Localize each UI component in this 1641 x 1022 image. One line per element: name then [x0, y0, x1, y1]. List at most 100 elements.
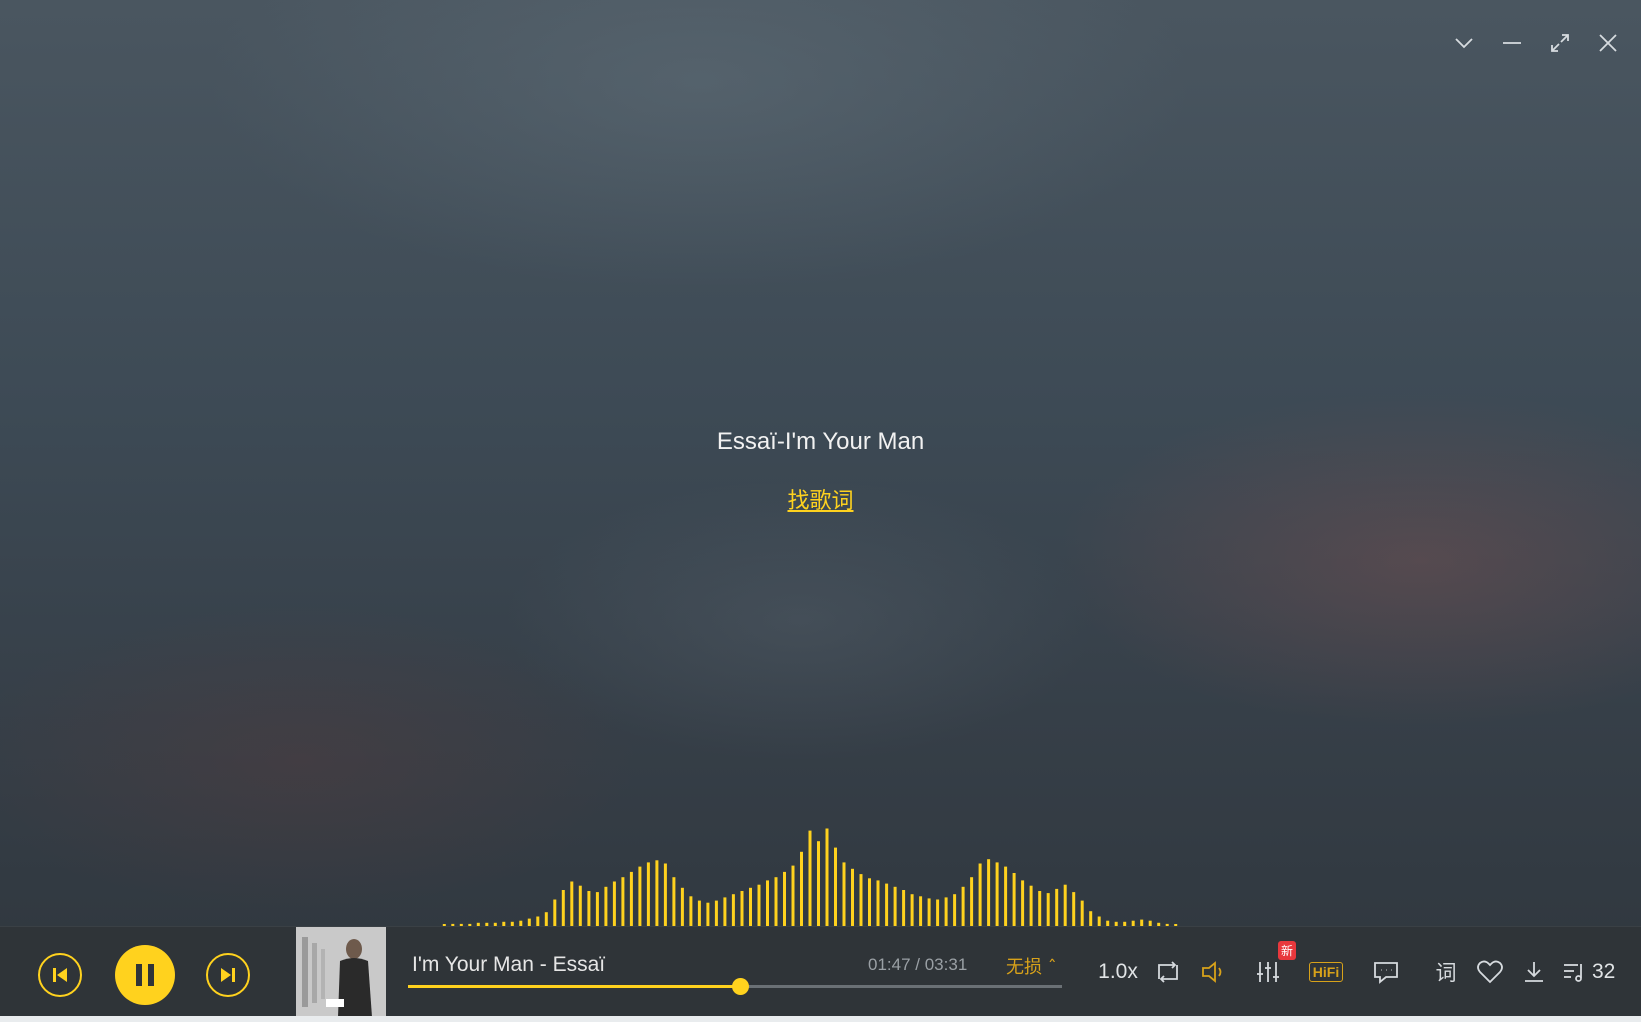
spectrum-bar [697, 900, 701, 926]
hifi-button[interactable]: HiFi [1302, 949, 1350, 995]
lyrics-toggle-label: 词 [1435, 961, 1457, 985]
spectrum-bar [587, 891, 591, 926]
heart-icon [1477, 960, 1503, 984]
playlist-count: 32 [1592, 960, 1616, 983]
playlist-icon [1564, 964, 1582, 982]
spectrum-bar [655, 860, 659, 926]
spectrum-bar [527, 918, 531, 926]
spectrum-bar [774, 877, 778, 926]
speaker-icon [1202, 961, 1222, 983]
player-tools: 1.0x 新 HiFi 词 32 [0, 941, 1641, 995]
window-controls [1451, 30, 1621, 56]
download-icon [1525, 962, 1543, 982]
spectrum-bar [740, 891, 744, 926]
spectrum-bar [876, 880, 880, 926]
spectrum-bar [570, 881, 574, 926]
playback-speed-button[interactable]: 1.0x [1096, 949, 1140, 995]
spectrum-bar [953, 894, 957, 926]
spectrum-bar [936, 899, 940, 926]
spectrum-bar [851, 868, 854, 926]
spectrum-bar [995, 862, 999, 926]
spectrum-bar [987, 859, 991, 926]
spectrum-bar [1029, 885, 1033, 926]
spectrum-bar [553, 899, 557, 926]
spectrum-bar [714, 900, 718, 926]
find-lyrics-link[interactable]: 找歌词 [787, 489, 853, 514]
spectrum-bar [825, 828, 829, 926]
spectrum-bar [842, 862, 846, 926]
spectrum-bar [1063, 884, 1067, 926]
spectrum-bar [672, 877, 676, 926]
close-icon [1599, 34, 1617, 52]
spectrum-bar [578, 885, 582, 926]
spectrum-bar [970, 877, 974, 926]
desktop-lyrics-button[interactable]: 词 [1428, 949, 1464, 995]
window-bottom-edge [0, 1016, 1641, 1022]
fullscreen-button[interactable] [1547, 30, 1573, 56]
download-button[interactable] [1516, 949, 1552, 995]
spectrum-bar [1072, 892, 1076, 926]
spectrum-bar [1038, 891, 1042, 926]
playlist-button[interactable]: 32 [1562, 949, 1628, 995]
spectrum-bar [817, 841, 820, 926]
audio-spectrum [442, 828, 1178, 926]
spectrum-bar [689, 896, 693, 926]
minimize-icon [1503, 42, 1521, 44]
spectrum-bar [808, 830, 812, 926]
fullscreen-icon [1551, 34, 1569, 52]
spectrum-bar [961, 886, 965, 926]
hifi-label: HiFi [1308, 962, 1344, 982]
spectrum-bar [919, 896, 923, 926]
comment-icon [1374, 962, 1398, 984]
spectrum-bar [1012, 873, 1016, 926]
spectrum-bar [757, 884, 761, 926]
repeat-mode-button[interactable] [1150, 949, 1186, 995]
close-button[interactable] [1595, 30, 1621, 56]
spectrum-bar [1046, 893, 1050, 926]
minimize-button[interactable] [1499, 30, 1525, 56]
spectrum-bar [629, 871, 633, 926]
find-lyrics-row: 找歌词 [0, 483, 1641, 515]
spectrum-bar [783, 871, 786, 926]
comments-button[interactable] [1368, 949, 1404, 995]
spectrum-bar [680, 887, 684, 926]
repeat-icon [1158, 961, 1178, 983]
spectrum-bar [766, 880, 769, 926]
spectrum-bar [723, 897, 727, 926]
spectrum-bar [834, 847, 837, 926]
spectrum-bar [800, 851, 803, 926]
player-window: Essaï-I'm Your Man 找歌词 I'm Your Man - Es… [0, 0, 1641, 1022]
equalizer-icon [1257, 962, 1279, 982]
spectrum-bar [663, 863, 667, 926]
spectrum-bar [621, 877, 625, 926]
spectrum-bar [1089, 911, 1093, 926]
spectrum-bar [885, 883, 889, 926]
spectrum-bar [706, 902, 710, 926]
volume-button[interactable] [1196, 949, 1232, 995]
player-bar: I'm Your Man - Essaï 01:47 / 03:31 无损 ˆ … [0, 926, 1641, 1019]
like-button[interactable] [1472, 949, 1508, 995]
spectrum-bar [859, 874, 863, 926]
spectrum-bar [544, 912, 548, 926]
spectrum-bar [638, 866, 642, 926]
spectrum-bar [1055, 888, 1059, 926]
lyrics-song-heading: Essaï-I'm Your Man [716, 428, 925, 455]
spectrum-bar [646, 862, 650, 926]
spectrum-bar [927, 898, 931, 926]
collapse-button[interactable] [1451, 30, 1477, 56]
spectrum-bar [536, 916, 540, 926]
spectrum-bar [944, 897, 948, 926]
spectrum-bar [910, 894, 914, 926]
spectrum-bar [868, 878, 871, 926]
spectrum-bar [978, 863, 982, 926]
spectrum-bar [1004, 866, 1008, 926]
spectrum-bar [1080, 900, 1084, 926]
spectrum-bar [893, 886, 897, 926]
spectrum-bar [612, 881, 616, 926]
spectrum-bar [902, 890, 906, 926]
new-badge: 新 [1278, 941, 1297, 960]
spectrum-bar [731, 894, 735, 926]
spectrum-bar [791, 865, 795, 926]
spectrum-bar [1097, 916, 1101, 926]
spectrum-bar [1021, 880, 1025, 926]
